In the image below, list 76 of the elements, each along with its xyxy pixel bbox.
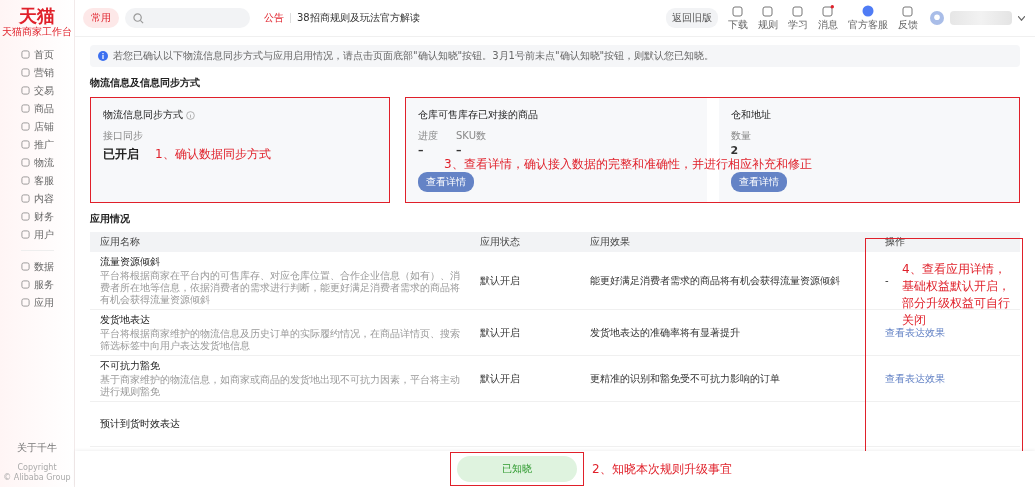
sidebar-item[interactable]: 服务: [20, 276, 54, 293]
copyright-text: © Alibaba Group: [3, 473, 71, 483]
effect-text: 更精准的识别和豁免受不可抗力影响的订单: [590, 371, 780, 386]
annotation-text: 2、知晓本次规则升级事宜: [592, 460, 732, 478]
app-name: 发货地表达: [100, 313, 150, 327]
sidebar-item[interactable]: 首页: [20, 46, 54, 63]
column-header: 应用效果: [590, 235, 630, 249]
copyright-text: Copyright: [17, 463, 57, 473]
blurred-username: [950, 11, 1012, 25]
details-button[interactable]: 查看详情: [418, 172, 474, 192]
card-title: 仓和地址: [730, 108, 771, 122]
sidebar-item[interactable]: 财务: [20, 208, 54, 225]
sidebar-item[interactable]: 数据: [20, 258, 54, 275]
stat-label: SKU数: [456, 129, 486, 143]
empty-action: -: [885, 275, 889, 286]
back-button[interactable]: 返回旧版: [666, 8, 718, 28]
stat-label: 数量: [730, 129, 751, 143]
status-text: 默认开启: [480, 371, 520, 386]
info-icon: [98, 51, 108, 61]
confirm-button[interactable]: 已知晓: [457, 456, 577, 482]
stat-label: 进度: [418, 129, 438, 143]
sidebar-item[interactable]: 物流: [20, 154, 54, 171]
notice-label: 公告: [264, 11, 284, 25]
toolbar-item[interactable]: 官方客服: [846, 4, 890, 32]
view-effect-link[interactable]: 查看表达效果: [885, 371, 945, 386]
annotation-text: 4、查看应用详情，基础权益默认开启，部分升级权益可自行关闭: [902, 261, 1011, 328]
notice-link[interactable]: 38招商规则及玩法官方解读: [297, 11, 420, 25]
effect-text: 能更好满足消费者需求的商品将有机会获得流量资源倾斜: [590, 273, 840, 288]
effect-text: 发货地表达的准确率将有显著提升: [590, 325, 740, 340]
app-description: 基于商家维护的物流信息，如商家或商品的发货地出现不可抗力因素，平台将主动进行规则豁免: [100, 374, 460, 398]
frequent-button[interactable]: 常用: [83, 8, 119, 28]
stat-value: 2: [730, 144, 740, 157]
sidebar-item[interactable]: 用户: [20, 226, 54, 243]
app-name: 不可抗力豁免: [100, 359, 160, 373]
toolbar-item[interactable]: 规则: [756, 4, 780, 32]
sidebar-item[interactable]: 应用: [20, 294, 54, 311]
card-title: 仓库可售库存已对接的商品: [418, 108, 538, 122]
toolbar-item[interactable]: 学习: [786, 4, 810, 32]
stat-value: 已开启: [103, 146, 139, 163]
search-field[interactable]: [125, 8, 250, 28]
about-link[interactable]: 关于千牛: [17, 441, 57, 455]
column-header: 应用状态: [480, 235, 520, 249]
toolbar-item[interactable]: 反馈: [896, 4, 920, 32]
view-effect-link[interactable]: 查看表达效果: [885, 325, 945, 340]
app-name: 预计到货时效表达: [100, 416, 180, 431]
info-text: 若您已确认以下物流信息同步方式与应用启用情况，请点击页面底部"确认知晓"按钮。3月1号前未点"确认知晓"按钮，则默认您已知晓。: [113, 49, 715, 63]
logo-text: 天猫: [19, 5, 55, 26]
stat-label: 接口同步: [103, 129, 144, 143]
status-text: 默认开启: [480, 325, 520, 340]
details-button[interactable]: 查看详情: [730, 172, 787, 192]
section-title: 应用情况: [90, 212, 131, 226]
annotation-text: 3、查看详情，确认接入数据的完整和准确性，并进行相应补充和修正: [444, 156, 812, 173]
sidebar-item[interactable]: 店铺: [20, 118, 54, 135]
avatar-icon: [930, 11, 944, 25]
toolbar-item[interactable]: 消息: [816, 4, 840, 32]
section-title: 物流信息及信息同步方式: [90, 76, 201, 90]
app-name: 流量资源倾斜: [100, 255, 160, 269]
card-title: 物流信息同步方式: [103, 108, 183, 122]
toolbar-item[interactable]: 下载: [726, 4, 750, 32]
caret-icon[interactable]: [1018, 15, 1025, 21]
annotation-text: 1、确认数据同步方式: [155, 146, 271, 163]
sidebar-item[interactable]: 营销: [20, 64, 54, 81]
stat-value: –: [418, 144, 425, 157]
info-icon: [186, 110, 195, 120]
stat-value: –: [456, 144, 463, 157]
sidebar-item[interactable]: 内容: [20, 190, 54, 207]
sidebar-item[interactable]: 商品: [20, 100, 54, 117]
sidebar-item[interactable]: 交易: [20, 82, 54, 99]
app-description: 平台将根据商家在平台内的可售库存、对应仓库位置、合作企业信息（如有）、消费者所在地等信息，依据消费者的需求进行判断，能更好满足消费者需求的商品将有机会获得流量资源倾斜: [100, 270, 460, 306]
sidebar-item[interactable]: 客服: [20, 172, 54, 189]
logo-subtitle: 天猫商家工作台: [2, 26, 72, 38]
app-description: 平台将根据商家维护的物流信息及历史订单的实际履约情况，在商品详情页、搜索筛选标签中向用户表达发货地信息: [100, 328, 460, 352]
search-icon: [133, 12, 144, 24]
status-text: 默认开启: [480, 273, 520, 288]
sidebar-item[interactable]: 推广: [20, 136, 54, 153]
column-header: 应用名称: [100, 235, 140, 249]
